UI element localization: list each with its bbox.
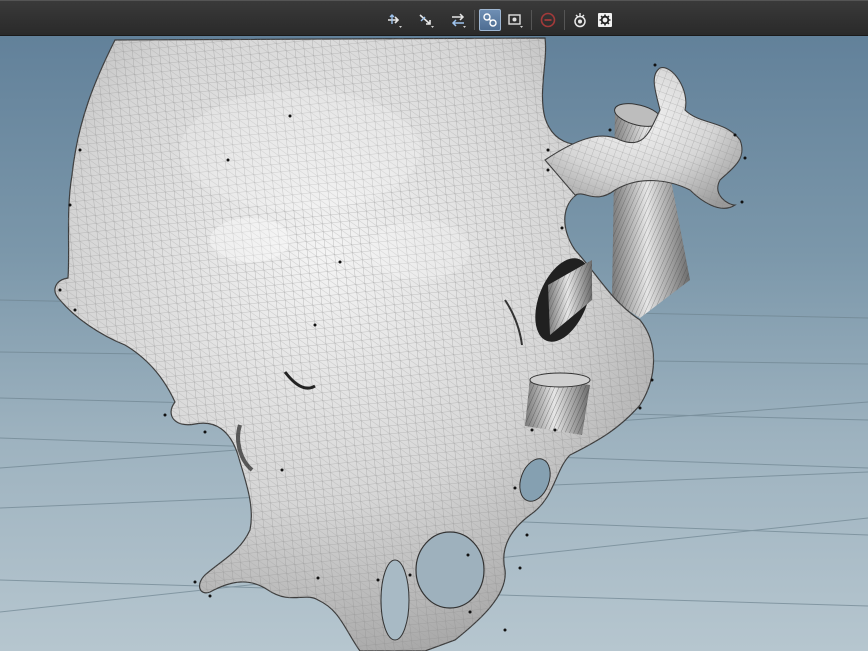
application-window: [0, 0, 868, 651]
screen-display-icon: [508, 14, 523, 28]
mesh-wireframe-model: [0, 37, 868, 651]
scale-arrows-icon: [451, 13, 466, 28]
no-entry-icon: [540, 12, 556, 28]
move-arrows-icon: [388, 14, 402, 28]
toolbar-separator: [564, 10, 565, 30]
3d-viewport[interactable]: [0, 36, 868, 651]
disabled-tool-button[interactable]: [537, 9, 559, 31]
rotate-arrows-icon: [419, 14, 434, 28]
toolbar-separator: [474, 10, 475, 30]
display-options-button[interactable]: [594, 9, 616, 31]
cylinder-implant-lower: [525, 372, 591, 435]
viewport-toolbar: [0, 0, 868, 36]
camera-view-icon: [574, 13, 586, 28]
scale-tool-button[interactable]: [447, 9, 469, 31]
rotate-tool-button[interactable]: [415, 9, 437, 31]
gear-icon: [598, 13, 612, 27]
toolbar-separator: [531, 10, 532, 30]
snapping-toggle-button[interactable]: [479, 9, 501, 31]
viewport-display-button[interactable]: [504, 9, 526, 31]
translate-tool-button[interactable]: [383, 9, 405, 31]
camera-view-button[interactable]: [569, 9, 591, 31]
snap-magnet-icon: [483, 13, 497, 27]
